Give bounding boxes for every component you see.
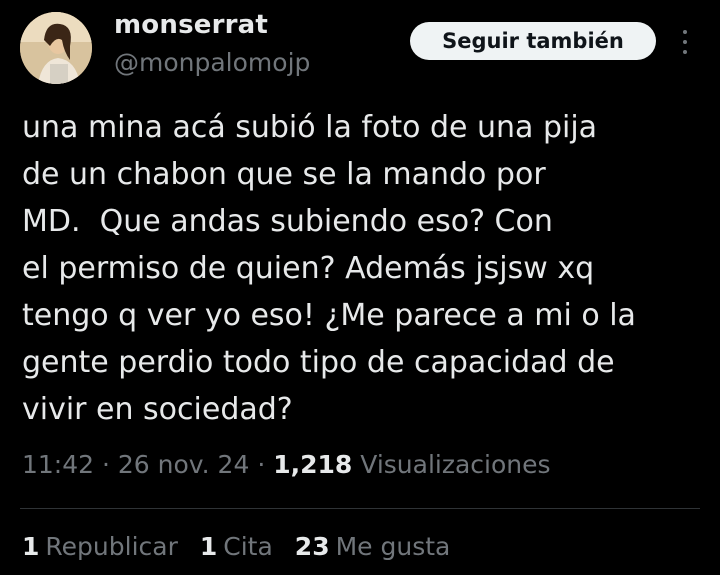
follow-button[interactable]: Seguir también [410,22,656,60]
likes-stat[interactable]: 23 Me gusta [295,532,451,561]
quotes-label: Cita [223,532,273,561]
tweet-time[interactable]: 11:42 [22,450,94,479]
quotes-count: 1 [199,532,218,561]
tweet-date[interactable]: 26 nov. 24 [118,450,249,479]
tweet-text-line: MD. Que andas subiendo eso? Con [22,204,553,239]
views-label: Visualizaciones [360,450,551,479]
tweet-text-line: vivir en sociedad? [22,392,293,427]
author-handle[interactable]: @monpalomojp [114,48,310,77]
reposts-stat[interactable]: 1 Republicar [22,532,178,561]
tweet-text-line: tengo q ver yo eso! ¿Me parece a mi o la [22,298,636,333]
tweet-text-line: una mina acá subió la foto de una pija [22,110,598,145]
tweet-meta: 11:42 · 26 nov. 24 · 1,218 Visualizacion… [22,450,551,479]
reposts-count: 1 [22,532,40,561]
meta-separator: · [257,450,266,479]
avatar[interactable] [20,12,92,84]
tweet-text-line: gente perdio todo tipo de capacidad de [22,345,615,380]
likes-count: 23 [294,532,330,561]
meta-separator: · [102,450,110,479]
engagement-stats: 1 Republicar 1 Cita 23 Me gusta [22,532,450,561]
tweet-text-line: de un chabon que se la mando por [22,157,546,192]
more-icon-dot [683,40,687,44]
likes-label: Me gusta [335,532,451,561]
more-icon-dot [683,50,687,54]
quotes-stat[interactable]: 1 Cita [200,532,273,561]
tweet-text-line: el permiso de quien? Además jsjsw xq [22,251,595,286]
more-icon-dot [683,30,687,34]
divider [20,508,700,509]
views-count: 1,218 [273,450,353,479]
more-vertical-icon[interactable] [678,30,692,54]
reposts-label: Republicar [45,532,178,561]
tweet-text: una mina acá subió la foto de una pija d… [22,104,702,433]
author-display-name[interactable]: monserrat [114,10,268,40]
